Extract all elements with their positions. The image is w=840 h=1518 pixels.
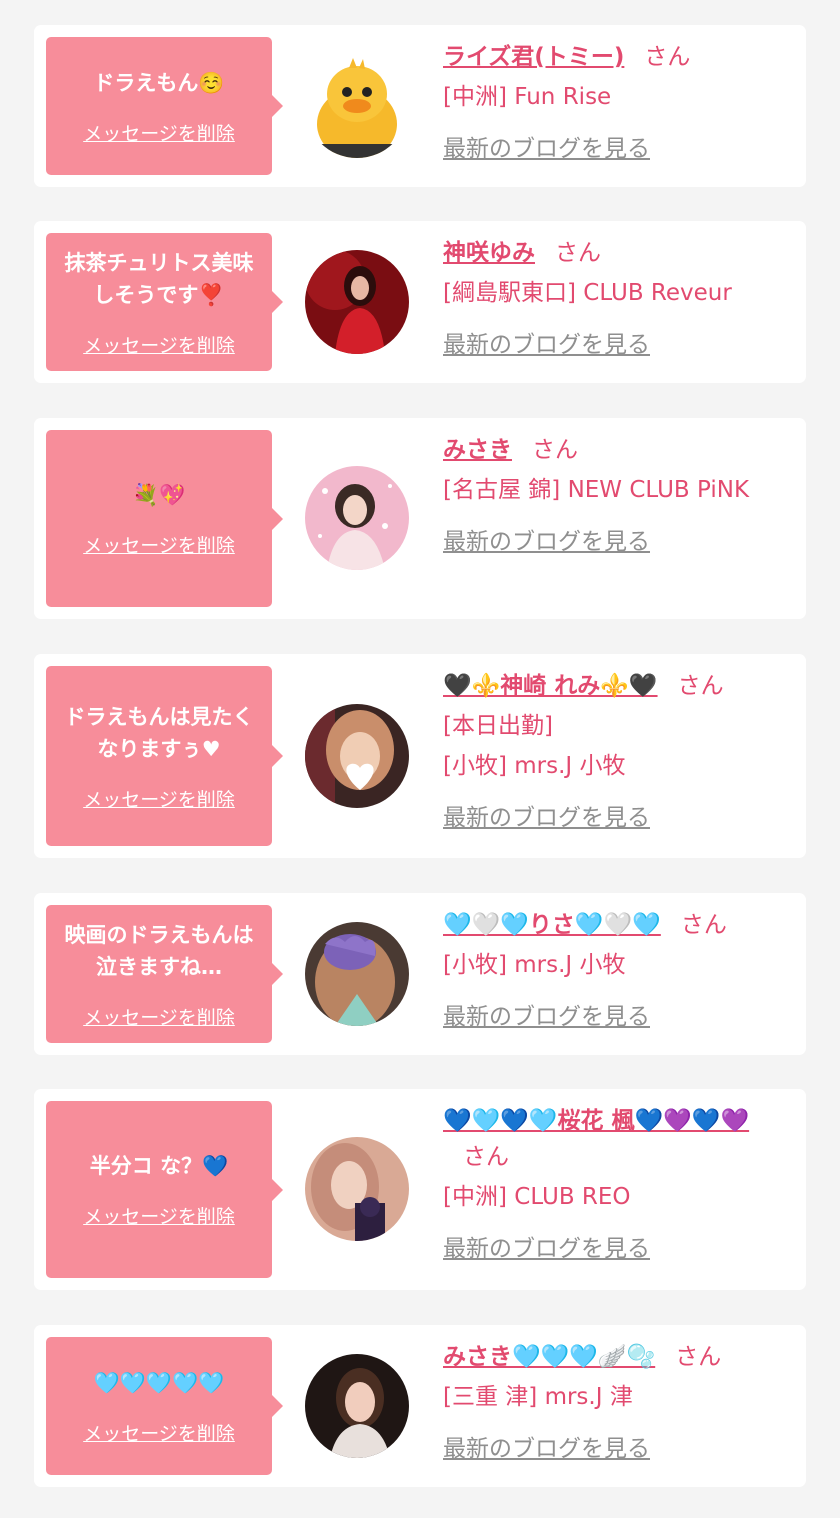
delete-message-link[interactable]: メッセージを削除 [83, 1003, 235, 1030]
delete-message-link[interactable]: メッセージを削除 [83, 531, 235, 558]
message-text: ドラえもんは見たくなりますぅ♥ [64, 704, 254, 761]
cast-name-link[interactable]: みさき🩵🩵🩵🪽🫧 [443, 1344, 655, 1370]
latest-blog-link[interactable]: 最新のブログを見る [443, 1229, 650, 1263]
cast-info: みさき🩵🩵🩵🪽🫧 さん [三重 津] mrs.J 津 最新のブログを見る [443, 1339, 786, 1463]
latest-blog-link[interactable]: 最新のブログを見る [443, 997, 650, 1031]
message-bubble: 抹茶チュリトス美味しそうです❣️ メッセージを削除 [46, 233, 283, 371]
woman-pink-avatar-icon [305, 466, 409, 570]
message-card: 映画のドラえもんは泣きますね… メッセージを削除 🩵🤍🩵りさ🩵🤍🩵 さん [小牧]… [34, 893, 806, 1055]
latest-blog-link[interactable]: 最新のブログを見る [443, 522, 650, 556]
honorific: さん [677, 673, 724, 699]
message-bubble: 🩵🩵🩵🩵🩵 メッセージを削除 [46, 1337, 283, 1475]
avatar[interactable] [305, 54, 409, 158]
cast-name-link[interactable]: 🩵🤍🩵りさ🩵🤍🩵 [443, 912, 661, 938]
message-text: 抹茶チュリトス美味しそうです❣️ [64, 250, 254, 307]
cast-name-link[interactable]: 神咲ゆみ [443, 240, 535, 266]
message-list: ドラえもん☺️ メッセージを削除 ライズ君(トミー) さん [中洲] Fun Ri… [0, 0, 840, 1518]
delete-message-link[interactable]: メッセージを削除 [83, 1202, 235, 1229]
cast-name-link[interactable]: ライズ君(トミー) [443, 44, 624, 70]
woman-sticker-avatar-icon [305, 1137, 409, 1241]
delete-message-link[interactable]: メッセージを削除 [83, 119, 235, 146]
latest-blog-link[interactable]: 最新のブログを見る [443, 798, 650, 832]
cast-info: 💙🩵💙🩵桜花 楓💙💜💙💜 さん [中洲] CLUB REO 最新のブログを見る [443, 1103, 786, 1263]
avatar[interactable] [305, 250, 409, 354]
latest-blog-link[interactable]: 最新のブログを見る [443, 1429, 650, 1463]
message-card: ドラえもん☺️ メッセージを削除 ライズ君(トミー) さん [中洲] Fun Ri… [34, 25, 806, 187]
shop-line: [小牧] mrs.J 小牧 [443, 753, 626, 779]
message-bubble: 映画のドラえもんは泣きますね… メッセージを削除 [46, 905, 283, 1043]
cast-name-link[interactable]: みさき [443, 437, 512, 463]
shop-line: [小牧] mrs.J 小牧 [443, 952, 626, 978]
message-text: 💐💖 [132, 483, 186, 507]
honorific: さん [680, 912, 727, 938]
message-bubble: ドラえもんは見たくなりますぅ♥ メッセージを削除 [46, 666, 283, 846]
message-card: ドラえもんは見たくなりますぅ♥ メッセージを削除 🖤⚜️神崎 れみ⚜️🖤 さん [… [34, 654, 806, 858]
cast-info: 🖤⚜️神崎 れみ⚜️🖤 さん [本日出勤] [小牧] mrs.J 小牧 最新のブロ… [443, 668, 786, 832]
message-text: ドラえもん☺️ [93, 70, 225, 95]
delete-message-link[interactable]: メッセージを削除 [83, 1419, 235, 1446]
honorific: さん [675, 1344, 722, 1370]
avatar[interactable] [305, 922, 409, 1026]
avatar[interactable] [305, 1354, 409, 1458]
cast-info: 神咲ゆみ さん [綱島駅東口] CLUB Reveur 最新のブログを見る [443, 235, 786, 359]
message-text: 半分コ な？💙 [89, 1154, 229, 1178]
message-card: 半分コ な？💙 メッセージを削除 💙🩵💙🩵桜花 楓💙💜💙💜 さん [中洲] CLU… [34, 1089, 806, 1290]
duck-avatar-icon [305, 54, 409, 158]
shop-line: [名古屋 錦] NEW CLUB PiNK [443, 477, 750, 503]
honorific: さん [463, 1144, 509, 1170]
cast-info: 🩵🤍🩵りさ🩵🤍🩵 さん [小牧] mrs.J 小牧 最新のブログを見る [443, 907, 786, 1031]
woman-red-dress-avatar-icon [305, 250, 409, 354]
cast-info: ライズ君(トミー) さん [中洲] Fun Rise 最新のブログを見る [443, 39, 786, 163]
shop-line: [綱島駅東口] CLUB Reveur [443, 280, 732, 306]
cast-info: みさき さん [名古屋 錦] NEW CLUB PiNK 最新のブログを見る [443, 432, 786, 556]
honorific: さん [532, 437, 578, 463]
woman-purple-sticker-avatar-icon [305, 922, 409, 1026]
woman-dark-avatar-icon [305, 1354, 409, 1458]
message-text: 映画のドラえもんは泣きますね… [64, 922, 254, 979]
honorific: さん [555, 240, 601, 266]
message-card: 抹茶チュリトス美味しそうです❣️ メッセージを削除 神咲ゆみ さん [綱島駅東口]… [34, 221, 806, 383]
delete-message-link[interactable]: メッセージを削除 [83, 331, 235, 358]
message-text: 🩵🩵🩵🩵🩵 [93, 1370, 225, 1395]
delete-message-link[interactable]: メッセージを削除 [83, 785, 235, 812]
avatar[interactable] [305, 1137, 409, 1241]
avatar[interactable] [305, 466, 409, 570]
latest-blog-link[interactable]: 最新のブログを見る [443, 325, 650, 359]
woman-heart-face-avatar-icon [305, 704, 409, 808]
shop-line: [中洲] CLUB REO [443, 1184, 631, 1210]
latest-blog-link[interactable]: 最新のブログを見る [443, 129, 650, 163]
message-bubble: ドラえもん☺️ メッセージを削除 [46, 37, 283, 175]
shop-line: [中洲] Fun Rise [443, 84, 612, 110]
cast-name-link[interactable]: 💙🩵💙🩵桜花 楓💙💜💙💜 [443, 1108, 749, 1134]
message-card: 💐💖 メッセージを削除 みさき さん [名古屋 錦] NEW CLUB PiNK … [34, 418, 806, 619]
message-bubble: 半分コ な？💙 メッセージを削除 [46, 1101, 283, 1278]
message-bubble: 💐💖 メッセージを削除 [46, 430, 283, 607]
shop-line: [本日出勤] [443, 713, 553, 739]
shop-line: [三重 津] mrs.J 津 [443, 1384, 633, 1410]
honorific: さん [644, 44, 691, 70]
avatar[interactable] [305, 704, 409, 808]
message-card: 🩵🩵🩵🩵🩵 メッセージを削除 みさき🩵🩵🩵🪽🫧 さん [三重 津] mrs.J 津… [34, 1325, 806, 1487]
cast-name-link[interactable]: 🖤⚜️神崎 れみ⚜️🖤 [443, 673, 658, 699]
